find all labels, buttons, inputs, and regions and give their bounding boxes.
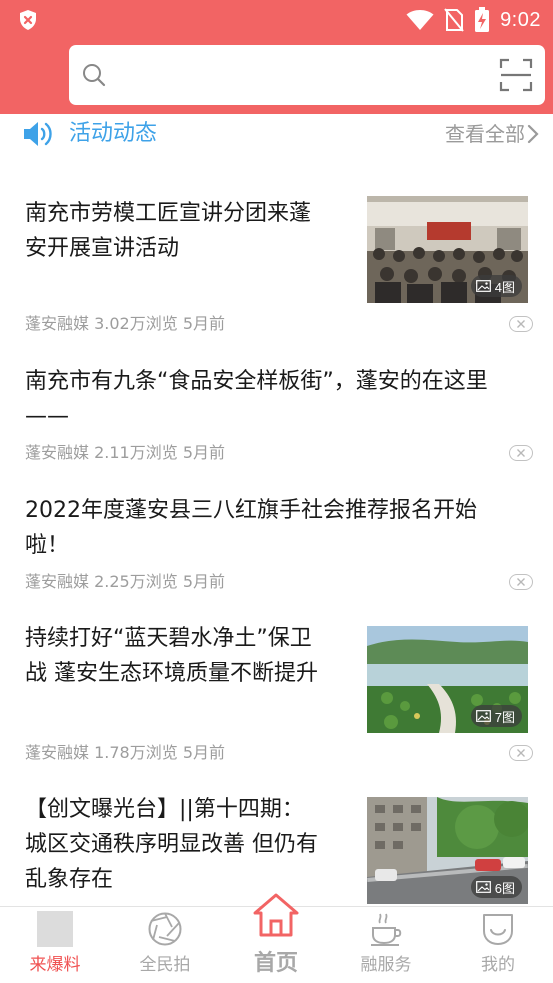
- battery-charging-icon: [475, 7, 490, 32]
- status-right: 9:02: [406, 6, 541, 34]
- coffee-cup-icon: [371, 913, 402, 946]
- view-all-link[interactable]: 查看全部: [445, 119, 525, 149]
- nav-item-report[interactable]: 来爆料: [0, 907, 110, 983]
- search-box[interactable]: [69, 45, 545, 105]
- news-title[interactable]: 2022年度蓬安县三八红旗手社会推荐报名开始 啦！: [25, 493, 545, 563]
- home-icon: [253, 893, 299, 937]
- dismiss-button[interactable]: [509, 316, 533, 332]
- news-time: 5月前: [182, 443, 226, 462]
- status-time: 9:02: [500, 8, 541, 31]
- news-views: 2.25万浏览: [94, 572, 178, 591]
- aperture-icon: [148, 912, 182, 946]
- chevron-right-icon[interactable]: [527, 124, 539, 144]
- close-icon: [517, 578, 525, 586]
- dismiss-button[interactable]: [509, 574, 533, 590]
- news-item[interactable]: 2022年度蓬安县三八红旗手社会推荐报名开始 啦！ 蓬安融媒 2.25万浏览 5…: [0, 488, 553, 598]
- news-meta: 蓬安融媒 2.11万浏览 5月前: [25, 442, 225, 464]
- news-title[interactable]: 【创文曝光台】||第十四期： 城区交通秩序明显改善 但仍有 乱象存在: [25, 792, 355, 897]
- news-title[interactable]: 南充市有九条“食品安全样板街”，蓬安的在这里 ——: [25, 364, 545, 434]
- news-meta: 蓬安融媒 3.02万浏览 5月前: [25, 313, 225, 335]
- close-icon: [517, 749, 525, 757]
- news-item[interactable]: 【创文曝光台】||第十四期： 城区交通秩序明显改善 但仍有 乱象存在 6图: [0, 788, 553, 906]
- news-views: 3.02万浏览: [94, 314, 178, 333]
- wifi-icon: [406, 10, 434, 30]
- scan-icon[interactable]: [499, 58, 533, 92]
- smiley-icon: [483, 914, 513, 945]
- image-count-badge: 6图: [470, 876, 522, 898]
- news-thumbnail[interactable]: 4图: [367, 196, 528, 303]
- news-feed: 南充市劳模工匠宣讲分团来蓬 安开展宣讲活动 4图 蓬安融媒 3.02万浏览 5月…: [0, 158, 553, 906]
- news-source: 蓬安融媒: [25, 572, 90, 591]
- activity-section-header: 活动动态 查看全部: [0, 114, 553, 158]
- image-count-badge: 7图: [470, 705, 522, 727]
- dismiss-button[interactable]: [509, 745, 533, 761]
- status-bar: 9:02: [0, 0, 553, 40]
- nav-item-home[interactable]: 首页: [221, 893, 331, 983]
- nav-item-profile[interactable]: 我的: [443, 907, 553, 983]
- news-thumbnail[interactable]: 6图: [367, 797, 528, 904]
- news-views: 2.11万浏览: [94, 443, 178, 462]
- search-input[interactable]: [117, 55, 487, 95]
- speaker-icon: [24, 122, 52, 146]
- app-header: 9:02: [0, 0, 553, 114]
- no-sim-icon: [444, 8, 464, 32]
- news-title[interactable]: 持续打好“蓝天碧水净土”保卫 战 蓬安生态环境质量不断提升: [25, 621, 355, 691]
- bottom-nav: 来爆料 全民拍 首页 融服务 我的: [0, 893, 553, 983]
- dismiss-button[interactable]: [509, 445, 533, 461]
- close-icon: [517, 449, 525, 457]
- news-title[interactable]: 南充市劳模工匠宣讲分团来蓬 安开展宣讲活动: [25, 196, 355, 266]
- news-source: 蓬安融媒: [25, 443, 90, 462]
- news-thumbnail[interactable]: 7图: [367, 626, 528, 733]
- news-time: 5月前: [182, 314, 226, 333]
- news-views: 1.78万浏览: [94, 743, 178, 762]
- image-icon: [475, 710, 491, 722]
- news-item[interactable]: 南充市有九条“食品安全样板街”，蓬安的在这里 —— 蓬安融媒 2.11万浏览 5…: [0, 358, 553, 468]
- image-count-badge: 4图: [470, 275, 522, 297]
- shield-alert-icon: [20, 10, 36, 30]
- report-icon: [37, 911, 73, 947]
- news-meta: 蓬安融媒 2.25万浏览 5月前: [25, 571, 225, 593]
- search-icon: [83, 64, 106, 87]
- section-title: 活动动态: [69, 121, 158, 146]
- news-source: 蓬安融媒: [25, 743, 90, 762]
- news-time: 5月前: [182, 743, 226, 762]
- news-source: 蓬安融媒: [25, 314, 90, 333]
- nav-item-services[interactable]: 融服务: [331, 907, 441, 983]
- close-icon: [517, 320, 525, 328]
- news-item[interactable]: 南充市劳模工匠宣讲分团来蓬 安开展宣讲活动 4图 蓬安融媒 3.02万浏览 5月…: [0, 182, 553, 342]
- news-time: 5月前: [182, 572, 226, 591]
- news-meta: 蓬安融媒 1.78万浏览 5月前: [25, 742, 225, 764]
- image-icon: [475, 280, 491, 292]
- image-icon: [475, 881, 491, 893]
- nav-item-citizen-photo[interactable]: 全民拍: [110, 907, 220, 983]
- news-item[interactable]: 持续打好“蓝天碧水净土”保卫 战 蓬安生态环境质量不断提升 7图 蓬安融媒 1.…: [0, 618, 553, 778]
